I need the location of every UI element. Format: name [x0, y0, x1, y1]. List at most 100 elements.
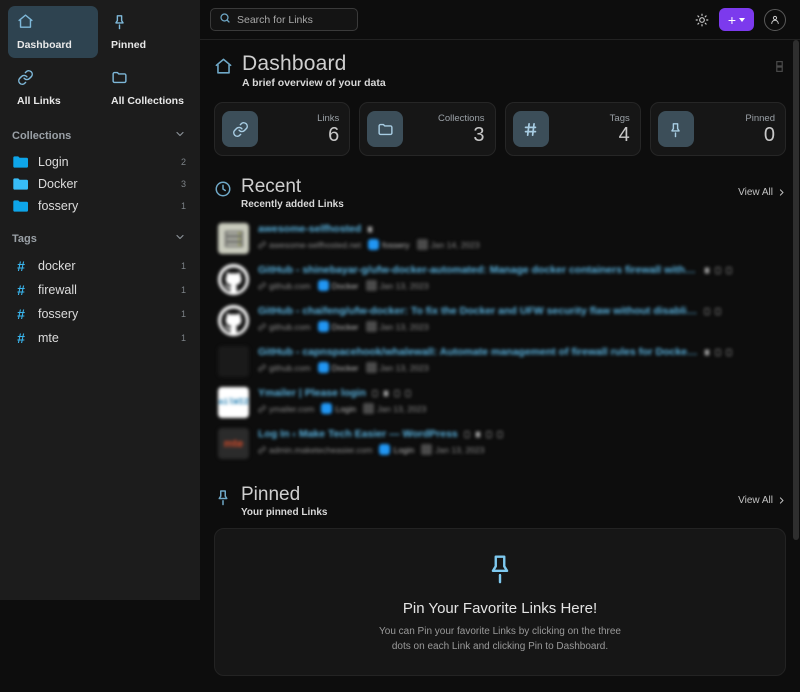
sidebar-item-pinned[interactable]: Pinned [102, 6, 192, 58]
favicon: mte [218, 428, 249, 459]
link-title[interactable]: Ymailer | Please login [258, 387, 366, 399]
link-collection[interactable]: Docker [317, 321, 359, 332]
pin-icon [111, 13, 128, 30]
scrollbar-thumb[interactable] [793, 40, 799, 540]
calendar-icon [363, 403, 375, 414]
sidebar-collection-fossery[interactable]: fossery 1 [8, 195, 192, 217]
sun-icon[interactable] [695, 13, 709, 27]
link-title[interactable]: GitHub - shinebayar-g/ufw-docker-automat… [258, 264, 698, 276]
pin-icon [483, 551, 517, 590]
list-item[interactable]: awesome-selfhosted awesome-selfhosted.ne… [214, 218, 786, 259]
list-item[interactable]: mte Log In ‹ Make Tech Easier — WordPres… [214, 423, 786, 464]
link-title[interactable]: GitHub - capnspacehook/whalewall: Automa… [258, 346, 698, 358]
collection-color-dot [321, 403, 333, 414]
vertical-scrollbar[interactable] [793, 40, 799, 680]
link-host: github.com [258, 363, 311, 373]
list-item[interactable]: GitHub - shinebayar-g/ufw-docker-automat… [214, 259, 786, 300]
link-collection[interactable]: fossery [368, 239, 410, 250]
tags-section-header[interactable]: Tags [8, 217, 192, 254]
search-input[interactable] [237, 13, 349, 26]
sidebar-quick-links: Dashboard Pinned All Links All Collectio… [8, 6, 192, 114]
sidebar-collection-docker[interactable]: Docker 3 [8, 173, 192, 195]
pdf-icon [715, 266, 721, 274]
collection-label: Docker [38, 177, 78, 191]
sidebar-tag-mte[interactable]: # mte 1 [8, 326, 192, 350]
pinned-section-header: Pinned Your pinned Links View All [214, 484, 786, 518]
link-title[interactable]: Log In ‹ Make Tech Easier — WordPress [258, 428, 458, 440]
favicon [218, 264, 249, 295]
empty-state-line1: You can Pin your favorite Links by click… [379, 625, 621, 637]
sidebar-collection-login[interactable]: Login 2 [8, 151, 192, 173]
recent-subtitle: Recently added Links [241, 199, 344, 210]
pin-icon [657, 111, 694, 147]
stat-card-collections[interactable]: Collections 3 [359, 102, 496, 156]
list-item[interactable]: MailWIZZ Ymailer | Please login [214, 382, 786, 423]
link-collection[interactable]: Login [379, 444, 414, 455]
tag-count: 1 [180, 309, 186, 319]
link-badge-icons [371, 389, 412, 398]
sidebar-tag-fossery[interactable]: # fossery 1 [8, 302, 192, 326]
stat-card-pinned[interactable]: Pinned 0 [649, 102, 786, 156]
sidebar-item-all-collections[interactable]: All Collections [102, 62, 192, 114]
search-box[interactable] [210, 8, 358, 31]
link-collection[interactable]: Login [321, 403, 356, 414]
link-collection[interactable]: Docker [317, 362, 359, 373]
pinned-title: Pinned [241, 484, 301, 505]
hash-icon [512, 111, 549, 147]
pinned-view-all-button[interactable]: View All [738, 484, 786, 506]
archive-icon [475, 431, 481, 437]
pin-icon [214, 488, 232, 511]
sidebar-item-all-links[interactable]: All Links [8, 62, 98, 114]
hash-icon: # [17, 306, 25, 322]
calendar-icon [421, 444, 433, 455]
link-badge-icons [703, 348, 733, 357]
link-icon [258, 240, 266, 249]
recent-links-list: awesome-selfhosted awesome-selfhosted.ne… [214, 218, 786, 464]
chevron-down-icon[interactable] [174, 127, 186, 145]
tag-label: firewall [38, 283, 77, 297]
recent-title: Recent [241, 176, 302, 197]
tags-list: # docker 1 # firewall 1 # fossery 1 # mt… [8, 254, 192, 350]
list-item[interactable]: GitHub - chaifeng/ufw-docker: To fix the… [214, 300, 786, 341]
calendar-icon [365, 280, 377, 291]
stat-value: 3 [473, 124, 485, 146]
list-view-icon[interactable] [773, 52, 786, 78]
calendar-icon [365, 362, 377, 373]
link-collection[interactable]: Docker [317, 280, 359, 291]
link-icon [258, 363, 266, 372]
link-title[interactable]: awesome-selfhosted [258, 223, 361, 235]
link-date: Jan 13, 2023 [365, 280, 429, 291]
sidebar-tag-docker[interactable]: # docker 1 [8, 254, 192, 278]
tag-label: fossery [38, 307, 79, 321]
link-icon [222, 111, 258, 147]
chevron-down-icon [739, 17, 746, 22]
recent-view-all-button[interactable]: View All [738, 176, 786, 198]
clock-icon [214, 180, 232, 203]
favicon: MailWIZZ [218, 387, 249, 418]
sidebar-tag-firewall[interactable]: # firewall 1 [8, 278, 192, 302]
folder-icon [367, 111, 404, 147]
stat-value: 4 [618, 124, 630, 146]
sidebar-item-label: Pinned [111, 39, 147, 51]
collection-label: fossery [38, 199, 79, 213]
pdf-icon [704, 307, 710, 315]
collection-color-dot [317, 280, 329, 291]
app-root: Dashboard Pinned All Links All Collectio… [0, 0, 800, 692]
stat-card-tags[interactable]: Tags 4 [504, 102, 641, 156]
view-all-label: View All [738, 187, 773, 198]
sidebar: Dashboard Pinned All Links All Collectio… [0, 0, 200, 600]
link-host: github.com [258, 281, 311, 291]
link-title[interactable]: GitHub - chaifeng/ufw-docker: To fix the… [258, 305, 698, 317]
add-new-button[interactable]: + [719, 8, 754, 31]
chevron-down-icon[interactable] [174, 230, 186, 248]
sidebar-item-dashboard[interactable]: Dashboard [8, 6, 98, 58]
tag-label: docker [38, 259, 76, 273]
archive-icon [367, 226, 373, 232]
collections-section-header[interactable]: Collections [8, 114, 192, 151]
tag-count: 1 [180, 333, 186, 343]
avatar[interactable] [764, 8, 786, 31]
page-header: Dashboard A brief overview of your data [214, 52, 786, 89]
link-icon [258, 322, 266, 331]
stat-card-links[interactable]: Links 6 [214, 102, 351, 156]
list-item[interactable]: GitHub - capnspacehook/whalewall: Automa… [214, 341, 786, 382]
